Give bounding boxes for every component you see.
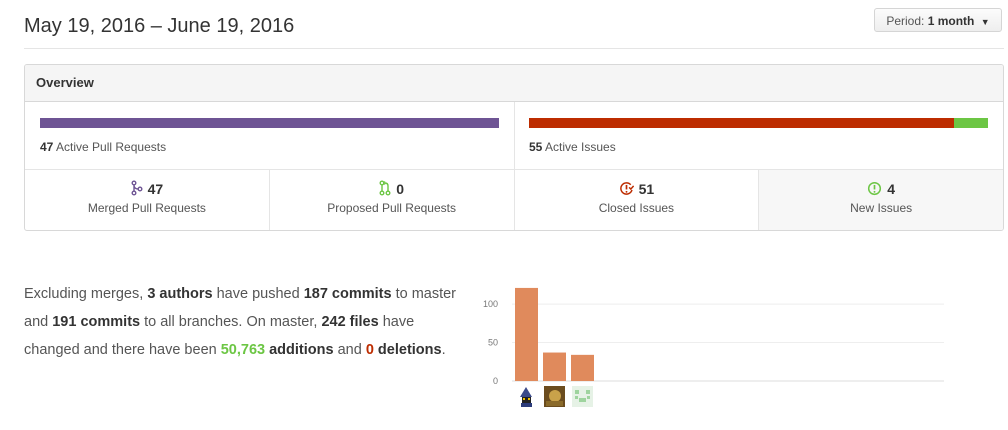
new-issues-label: New Issues bbox=[850, 201, 913, 215]
closed-issues-segment bbox=[529, 118, 955, 128]
overview-summary: 47 Active Pull Requests 55 Active Issues bbox=[25, 102, 1003, 170]
caret-down-icon: ▼ bbox=[980, 17, 990, 27]
commits-by-author-chart: 0 50 100 bbox=[483, 287, 944, 407]
closed-issues-label: Closed Issues bbox=[598, 201, 675, 215]
bar-author-3 bbox=[571, 354, 594, 381]
summary-text-1: Excluding merges, bbox=[24, 286, 148, 302]
new-issues-stat[interactable]: 4 New Issues bbox=[759, 170, 1003, 230]
bar-author-2 bbox=[543, 352, 566, 381]
avatar-author-1[interactable] bbox=[516, 386, 537, 407]
y-tick-label: 100 bbox=[483, 299, 498, 309]
avatar-author-3[interactable] bbox=[572, 386, 593, 407]
pull-requests-summary[interactable]: 47 Active Pull Requests bbox=[25, 102, 515, 169]
summary-text-4: to all branches. On master, bbox=[140, 314, 322, 330]
merged-prs-segment bbox=[40, 118, 499, 128]
merged-pull-requests-label: Merged Pull Requests bbox=[87, 201, 206, 215]
summary-text-2: have pushed bbox=[212, 286, 304, 302]
active-pull-requests-count: 47 bbox=[40, 140, 54, 154]
overview-stats: 47 Merged Pull Requests 0 Proposed Pull … bbox=[25, 170, 1003, 230]
active-pull-requests-text: Active Pull Requests bbox=[56, 140, 167, 154]
files-changed-count: 242 files bbox=[321, 314, 379, 330]
y-tick-label: 0 bbox=[493, 376, 498, 386]
issue-closed-icon bbox=[619, 182, 634, 195]
pull-requests-bar bbox=[40, 118, 499, 128]
proposed-pull-requests-value: 0 bbox=[396, 181, 405, 197]
overview-panel: Overview 47 Active Pull Requests 55 Acti… bbox=[24, 64, 1004, 231]
y-tick-label: 50 bbox=[488, 338, 498, 348]
new-issues-segment bbox=[954, 118, 988, 128]
pull-request-icon bbox=[379, 180, 391, 196]
authors-count-link[interactable]: 3 authors bbox=[147, 286, 212, 302]
merge-icon bbox=[131, 180, 143, 196]
merged-pull-requests-value: 47 bbox=[147, 181, 164, 197]
summary-text-9: . bbox=[441, 342, 446, 358]
issues-bar bbox=[529, 118, 988, 128]
issue-opened-icon bbox=[868, 181, 882, 196]
date-range-title: May 19, 2016 – June 19, 2016 bbox=[24, 15, 295, 37]
deletions-label: deletions bbox=[373, 342, 442, 358]
master-commits-count: 187 commits bbox=[303, 286, 392, 302]
proposed-pull-requests-label: Proposed Pull Requests bbox=[327, 201, 456, 215]
active-pull-requests-label[interactable]: 47 Active Pull Requests bbox=[40, 140, 166, 154]
additions-count: 50,763 bbox=[220, 342, 266, 358]
active-issues-label[interactable]: 55 Active Issues bbox=[529, 140, 616, 154]
period-dropdown-button[interactable]: Period: 1 month ▼ bbox=[874, 8, 1002, 32]
header-divider bbox=[24, 48, 1004, 49]
issues-summary[interactable]: 55 Active Issues bbox=[515, 102, 1003, 169]
overview-title: Overview bbox=[25, 65, 1003, 102]
active-issues-text: Active Issues bbox=[545, 140, 616, 154]
active-issues-count: 55 bbox=[529, 140, 543, 154]
new-issues-value: 4 bbox=[887, 181, 896, 197]
merged-pull-requests-stat[interactable]: 47 Merged Pull Requests bbox=[25, 170, 270, 230]
all-branches-commits-count: 191 commits bbox=[52, 314, 141, 330]
summary-text-7: and bbox=[333, 342, 366, 358]
proposed-pull-requests-stat[interactable]: 0 Proposed Pull Requests bbox=[270, 170, 515, 230]
deletions-count: 0 bbox=[365, 342, 374, 358]
commit-summary: Excluding merges, 3 authors have pushed … bbox=[24, 280, 464, 364]
additions-label: additions bbox=[265, 342, 334, 358]
period-value: 1 month bbox=[927, 14, 975, 28]
closed-issues-value: 51 bbox=[638, 181, 655, 197]
closed-issues-stat[interactable]: 51 Closed Issues bbox=[515, 170, 760, 230]
bar-author-1 bbox=[515, 287, 538, 381]
avatar-author-2[interactable] bbox=[544, 386, 565, 407]
period-label: Period: bbox=[886, 14, 925, 28]
